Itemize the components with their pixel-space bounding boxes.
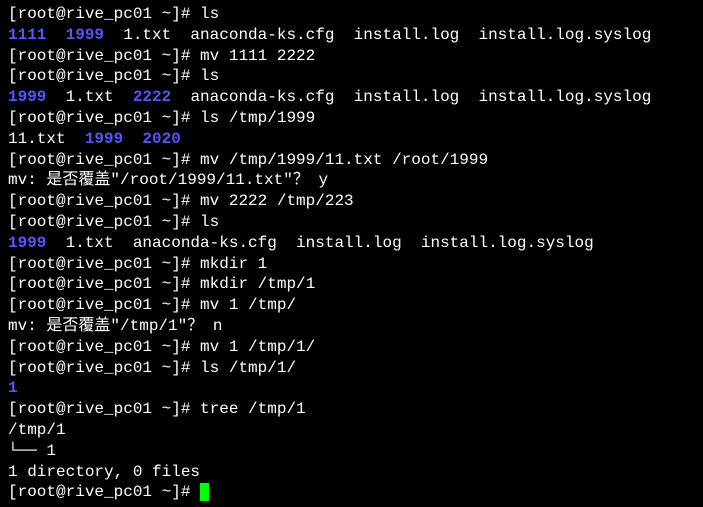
directory-name: 1 (8, 379, 18, 397)
directory-name: 1999 (66, 26, 104, 44)
prompt: [root@rive_pc01 ~]# (8, 5, 200, 23)
command: mv 1 /tmp/ (200, 296, 296, 314)
prompt: [root@rive_pc01 ~]# (8, 109, 200, 127)
terminal-output: mv: 是否覆盖"/root/1999/11.txt"？ y (8, 170, 695, 191)
command: mv 2222 /tmp/223 (200, 192, 354, 210)
command: mkdir 1 (200, 255, 267, 273)
prompt: [root@rive_pc01 ~]# (8, 483, 200, 501)
command: ls (200, 67, 219, 85)
file-name: anaconda-ks.cfg install.log install.log.… (171, 88, 651, 106)
terminal-output: 1999 1.txt 2222 anaconda-ks.cfg install.… (8, 87, 695, 108)
terminal-line: [root@rive_pc01 ~]# mv 1111 2222 (8, 46, 695, 67)
command: tree /tmp/1 (200, 400, 306, 418)
directory-name: 2020 (142, 130, 180, 148)
terminal-line: [root@rive_pc01 ~]# mv 1 /tmp/ (8, 295, 695, 316)
terminal-line: [root@rive_pc01 ~]# ls (8, 66, 695, 87)
terminal-line: [root@rive_pc01 ~]# ls (8, 4, 695, 25)
directory-name: 1999 (8, 88, 46, 106)
prompt: [root@rive_pc01 ~]# (8, 255, 200, 273)
file-name: 1.txt anaconda-ks.cfg install.log instal… (104, 26, 651, 44)
cursor (200, 483, 209, 501)
terminal-line: [root@rive_pc01 ~]# mkdir 1 (8, 254, 695, 275)
file-name: 1.txt (46, 88, 132, 106)
directory-name: 2222 (133, 88, 171, 106)
terminal-output: 1111 1999 1.txt anaconda-ks.cfg install.… (8, 25, 695, 46)
terminal-output: 1 (8, 378, 695, 399)
directory-name: 1999 (85, 130, 123, 148)
command: ls (200, 213, 219, 231)
file-name (123, 130, 142, 148)
terminal-output: 11.txt 1999 2020 (8, 129, 695, 150)
prompt: [root@rive_pc01 ~]# (8, 296, 200, 314)
prompt: [root@rive_pc01 ~]# (8, 275, 200, 293)
prompt: [root@rive_pc01 ~]# (8, 47, 200, 65)
file-name: 1.txt anaconda-ks.cfg install.log instal… (46, 234, 593, 252)
terminal-line: [root@rive_pc01 ~]# tree /tmp/1 (8, 399, 695, 420)
terminal-line: [root@rive_pc01 ~]# mv /tmp/1999/11.txt … (8, 150, 695, 171)
command: mkdir /tmp/1 (200, 275, 315, 293)
command: ls /tmp/1/ (200, 359, 296, 377)
prompt: [root@rive_pc01 ~]# (8, 338, 200, 356)
terminal-line[interactable]: [root@rive_pc01 ~]# (8, 482, 695, 503)
terminal-output: /tmp/1 (8, 420, 695, 441)
terminal-line: [root@rive_pc01 ~]# mv 2222 /tmp/223 (8, 191, 695, 212)
terminal-line: [root@rive_pc01 ~]# mkdir /tmp/1 (8, 274, 695, 295)
file-name: 11.txt (8, 130, 85, 148)
command: ls (200, 5, 219, 23)
prompt: [root@rive_pc01 ~]# (8, 151, 200, 169)
terminal-line: [root@rive_pc01 ~]# ls /tmp/1/ (8, 358, 695, 379)
directory-name: 1111 (8, 26, 46, 44)
prompt: [root@rive_pc01 ~]# (8, 67, 200, 85)
prompt: [root@rive_pc01 ~]# (8, 359, 200, 377)
command: ls /tmp/1999 (200, 109, 315, 127)
file-name (46, 26, 65, 44)
terminal-line: [root@rive_pc01 ~]# mv 1 /tmp/1/ (8, 337, 695, 358)
tree-branch: └── 1 (8, 441, 695, 462)
terminal-output: mv: 是否覆盖"/tmp/1"？ n (8, 316, 695, 337)
command: mv /tmp/1999/11.txt /root/1999 (200, 151, 488, 169)
terminal-line: [root@rive_pc01 ~]# ls (8, 212, 695, 233)
command: mv 1 /tmp/1/ (200, 338, 315, 356)
prompt: [root@rive_pc01 ~]# (8, 400, 200, 418)
prompt: [root@rive_pc01 ~]# (8, 213, 200, 231)
terminal-line: [root@rive_pc01 ~]# ls /tmp/1999 (8, 108, 695, 129)
directory-name: 1999 (8, 234, 46, 252)
command: mv 1111 2222 (200, 47, 315, 65)
prompt: [root@rive_pc01 ~]# (8, 192, 200, 210)
terminal-output: 1999 1.txt anaconda-ks.cfg install.log i… (8, 233, 695, 254)
terminal-output: 1 directory, 0 files (8, 462, 695, 483)
